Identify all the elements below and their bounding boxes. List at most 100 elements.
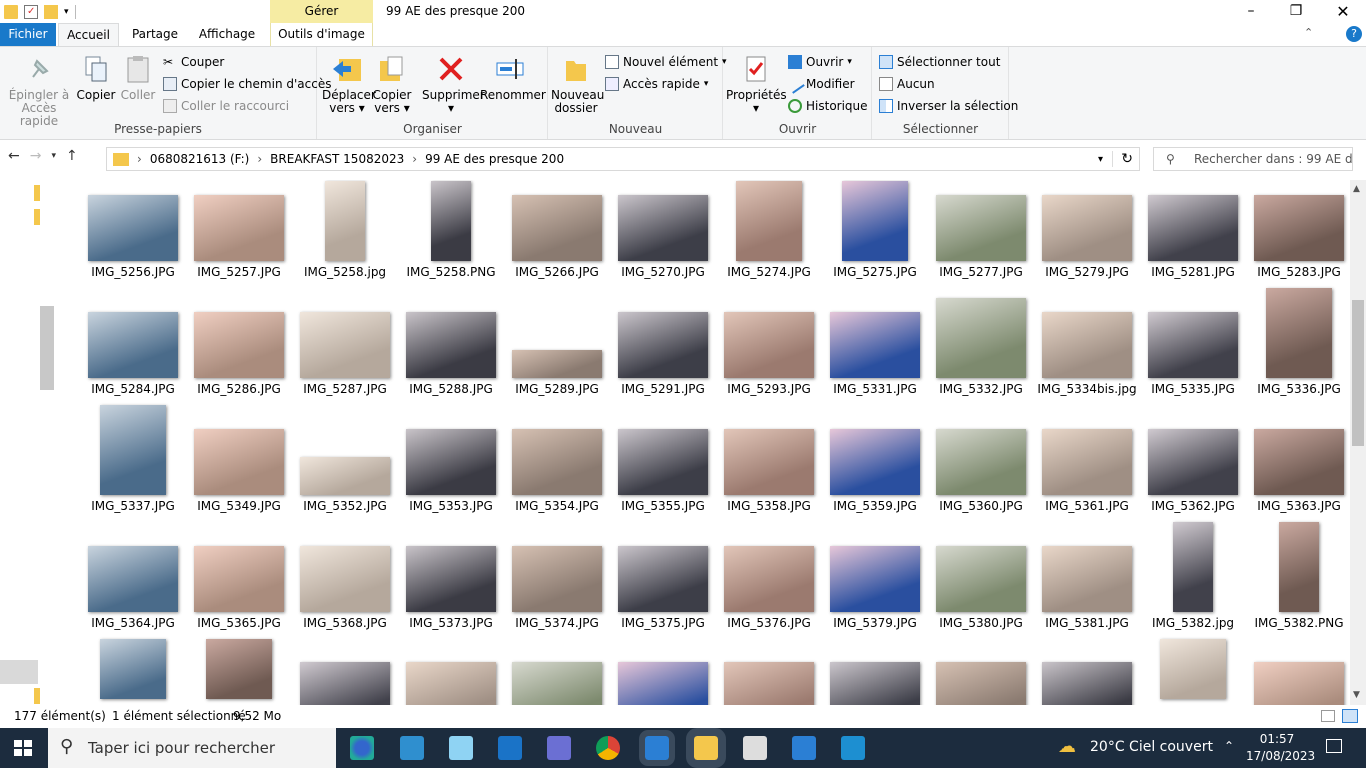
vertical-scrollbar[interactable]: ▲ ▼: [1350, 180, 1366, 705]
close-button[interactable]: ✕: [1320, 0, 1366, 23]
file-item[interactable]: IMG_5364.JPG: [80, 531, 186, 641]
expand-ribbon-icon[interactable]: ⌃: [1304, 26, 1313, 39]
file-item[interactable]: IMG_5381.JPG: [1034, 531, 1140, 641]
app-icon[interactable]: [449, 736, 473, 760]
app-icon[interactable]: [743, 736, 767, 760]
properties-button[interactable]: Propriétés ▾: [726, 51, 787, 115]
large-icons-view-icon[interactable]: [1342, 709, 1358, 723]
breadcrumb-item[interactable]: BREAKFAST 15082023: [270, 152, 404, 166]
address-dropdown-icon[interactable]: ▾: [1098, 154, 1103, 165]
scroll-up-icon[interactable]: ▲: [1353, 184, 1360, 194]
file-item[interactable]: IMG_5257.JPG: [186, 180, 292, 290]
file-item[interactable]: IMG_5353.JPG: [398, 414, 504, 524]
file-item[interactable]: IMG_5270.JPG: [610, 180, 716, 290]
thumbnail-image[interactable]: [206, 639, 272, 699]
file-item[interactable]: IMG_5374.JPG: [504, 531, 610, 641]
weather-text[interactable]: 20°C Ciel couvert: [1090, 739, 1213, 755]
move-to-button[interactable]: Déplacer vers ▾: [322, 51, 376, 115]
scroll-down-icon[interactable]: ▼: [1353, 690, 1360, 700]
restore-button[interactable]: ❐: [1273, 0, 1319, 23]
photos-icon[interactable]: [792, 736, 816, 760]
recent-locations-icon[interactable]: ▾: [51, 151, 56, 161]
file-item[interactable]: IMG_5360.JPG: [928, 414, 1034, 524]
file-item[interactable]: IMG_5354.JPG: [504, 414, 610, 524]
windows-start-icon[interactable]: [14, 740, 32, 756]
file-item[interactable]: IMG_5289.JPG: [504, 297, 610, 407]
file-item[interactable]: IMG_5382.jpg: [1140, 522, 1246, 641]
file-item[interactable]: IMG_5359.JPG: [822, 414, 928, 524]
file-item[interactable]: IMG_5363.JPG: [1246, 414, 1350, 524]
new-item-button[interactable]: Nouvel élément ▾: [605, 52, 727, 72]
thumbnail-image[interactable]: [1042, 662, 1132, 705]
thumbnail-image[interactable]: [936, 662, 1026, 705]
refresh-icon[interactable]: ↻: [1112, 151, 1133, 167]
clock-time[interactable]: 01:57: [1246, 732, 1308, 746]
file-item[interactable]: IMG_5349.JPG: [186, 414, 292, 524]
new-folder-button[interactable]: Nouveau dossier: [551, 51, 604, 115]
thumbnail-image[interactable]: [618, 662, 708, 705]
tab-affichage[interactable]: Affichage: [190, 23, 264, 46]
file-item[interactable]: IMG_5266.JPG: [504, 180, 610, 290]
thumbnail-image[interactable]: [1254, 662, 1344, 705]
minimize-button[interactable]: –: [1228, 0, 1274, 23]
pin-quick-access-button[interactable]: Épingler à Accès rapide: [4, 51, 74, 128]
file-item[interactable]: IMG_5277.JPG: [928, 180, 1034, 290]
paste-shortcut-button[interactable]: Coller le raccourci: [163, 96, 289, 116]
file-item[interactable]: IMG_5334bis.jpg: [1034, 297, 1140, 407]
edit-button[interactable]: Modifier: [785, 74, 855, 94]
breadcrumb-item[interactable]: 0680821613 (F:): [150, 152, 250, 166]
file-item[interactable]: IMG_5281.JPG: [1140, 180, 1246, 290]
select-all-button[interactable]: Sélectionner tout: [879, 52, 1000, 72]
file-item[interactable]: IMG_5332.JPG: [928, 297, 1034, 407]
thumbnail-image[interactable]: [512, 662, 602, 705]
file-item[interactable]: IMG_5274.JPG: [716, 180, 822, 290]
file-item[interactable]: IMG_5373.JPG: [398, 531, 504, 641]
file-explorer-icon[interactable]: [686, 728, 726, 768]
rename-button[interactable]: Renommer: [480, 51, 546, 102]
file-item[interactable]: IMG_5352.JPG: [292, 414, 398, 524]
file-item[interactable]: IMG_5355.JPG: [610, 414, 716, 524]
navigation-pane[interactable]: [0, 180, 60, 705]
copy-to-button[interactable]: Copier vers ▾: [372, 51, 412, 115]
file-item[interactable]: IMG_5258.PNG: [398, 180, 504, 290]
search-input[interactable]: Rechercher dans : 99 AE des ...: [1153, 147, 1353, 171]
file-item[interactable]: IMG_5382.PNG: [1246, 522, 1350, 641]
tab-partage[interactable]: Partage: [124, 23, 186, 46]
file-item[interactable]: IMG_5286.JPG: [186, 297, 292, 407]
file-item[interactable]: IMG_5376.JPG: [716, 531, 822, 641]
file-item[interactable]: IMG_5279.JPG: [1034, 180, 1140, 290]
help-icon[interactable]: ?: [1346, 26, 1362, 42]
file-item[interactable]: IMG_5361.JPG: [1034, 414, 1140, 524]
file-item[interactable]: IMG_5258.jpg: [292, 180, 398, 290]
file-item[interactable]: IMG_5293.JPG: [716, 297, 822, 407]
notifications-icon[interactable]: [1326, 739, 1342, 753]
paste-button[interactable]: Coller: [118, 51, 158, 102]
tray-chevron-icon[interactable]: ⌃: [1224, 739, 1234, 753]
new-folder-icon[interactable]: [44, 4, 58, 19]
file-item[interactable]: IMG_5337.JPG: [80, 405, 186, 524]
tab-outils-image[interactable]: Outils d'image: [270, 23, 373, 46]
file-item[interactable]: IMG_5380.JPG: [928, 531, 1034, 641]
app-icon[interactable]: [547, 736, 571, 760]
copy-path-button[interactable]: Copier le chemin d'accès: [163, 74, 331, 94]
file-item[interactable]: IMG_5375.JPG: [610, 531, 716, 641]
chrome-icon[interactable]: [596, 736, 620, 760]
file-item[interactable]: IMG_5358.JPG: [716, 414, 822, 524]
select-none-button[interactable]: Aucun: [879, 74, 935, 94]
file-item[interactable]: IMG_5256.JPG: [80, 180, 186, 290]
thumbnail-image[interactable]: [830, 662, 920, 705]
store-icon[interactable]: [639, 730, 675, 766]
app-icon[interactable]: [400, 736, 424, 760]
file-item[interactable]: IMG_5362.JPG: [1140, 414, 1246, 524]
tab-accueil[interactable]: Accueil: [58, 23, 119, 47]
customize-qat-icon[interactable]: ▾: [64, 7, 69, 17]
file-item[interactable]: IMG_5284.JPG: [80, 297, 186, 407]
thumbnail-image[interactable]: [100, 639, 166, 699]
scrollbar-thumb[interactable]: [1352, 300, 1364, 446]
file-item[interactable]: IMG_5275.JPG: [822, 180, 928, 290]
open-button[interactable]: Ouvrir ▾: [788, 52, 852, 72]
back-arrow-icon[interactable]: ←: [8, 148, 20, 164]
thumbnail-image[interactable]: [406, 662, 496, 705]
thumbnail-image[interactable]: [300, 662, 390, 705]
file-item[interactable]: IMG_5287.JPG: [292, 297, 398, 407]
